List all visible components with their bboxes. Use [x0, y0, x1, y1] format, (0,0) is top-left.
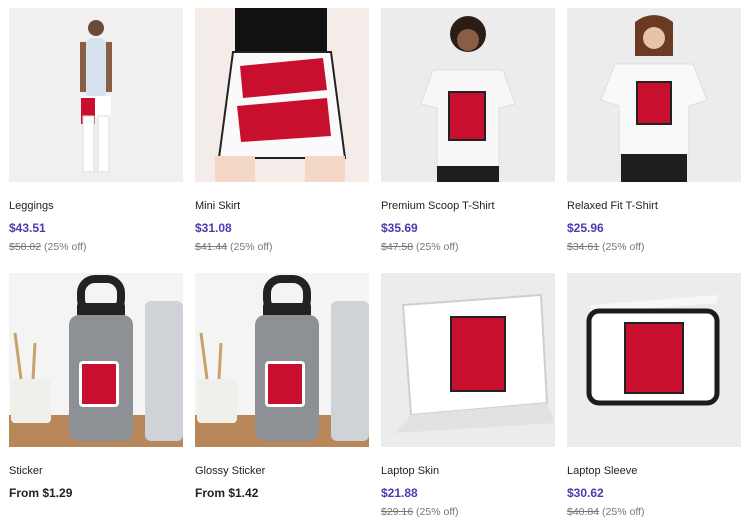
discount-label: (25% off) [602, 241, 645, 253]
product-card-mini-skirt[interactable]: Mini Skirt $31.08 $41.44 (25% off) [195, 8, 369, 254]
discount-label: (25% off) [44, 241, 87, 253]
product-price: $30.62 [567, 486, 604, 500]
original-price-row: $47.58 (25% off) [381, 240, 555, 254]
laptop-skin-image[interactable] [381, 273, 555, 447]
product-card-laptop-skin[interactable]: Laptop Skin $21.88 $29.16 (25% off) [381, 273, 555, 519]
mini-skirt-image[interactable] [195, 8, 369, 182]
product-name[interactable]: Leggings [9, 198, 183, 214]
original-price-row: $58.02 (25% off) [9, 240, 183, 254]
product-name[interactable]: Sticker [9, 463, 183, 479]
product-name[interactable]: Laptop Sleeve [567, 463, 741, 479]
product-card-premium-scoop-tshirt[interactable]: Premium Scoop T-Shirt $35.69 $47.58 (25%… [381, 8, 555, 254]
product-name[interactable]: Premium Scoop T-Shirt [381, 198, 555, 214]
original-price: $41.44 [195, 241, 228, 253]
glossy-sticker-image[interactable] [195, 273, 369, 447]
original-price-row: $41.44 (25% off) [195, 240, 369, 254]
product-name[interactable]: Relaxed Fit T-Shirt [567, 198, 741, 214]
product-card-relaxed-fit-tshirt[interactable]: Relaxed Fit T-Shirt $25.96 $34.61 (25% o… [567, 8, 741, 254]
product-price: $31.08 [195, 221, 232, 235]
original-price: $47.58 [381, 241, 414, 253]
discount-label: (25% off) [230, 241, 273, 253]
original-price-row: $34.61 (25% off) [567, 240, 741, 254]
product-price: $25.96 [567, 221, 604, 235]
original-price-row: $29.16 (25% off) [381, 505, 555, 519]
product-name[interactable]: Glossy Sticker [195, 463, 369, 479]
discount-label: (25% off) [416, 241, 459, 253]
product-price: From $1.29 [9, 486, 73, 500]
leggings-image[interactable] [9, 8, 183, 182]
product-price: $43.51 [9, 221, 46, 235]
discount-label: (25% off) [416, 506, 459, 518]
relaxed-tshirt-image[interactable] [567, 8, 741, 182]
product-card-sticker[interactable]: Sticker From $1.29 [9, 273, 183, 501]
product-card-leggings[interactable]: Leggings $43.51 $58.02 (25% off) [9, 8, 183, 254]
original-price: $40.84 [567, 506, 600, 518]
product-price: $21.88 [381, 486, 418, 500]
original-price: $58.02 [9, 241, 42, 253]
product-name[interactable]: Mini Skirt [195, 198, 369, 214]
product-name[interactable]: Laptop Skin [381, 463, 555, 479]
product-price: From $1.42 [195, 486, 259, 500]
laptop-sleeve-image[interactable] [567, 273, 741, 447]
product-price: $35.69 [381, 221, 418, 235]
original-price: $34.61 [567, 241, 600, 253]
product-card-laptop-sleeve[interactable]: Laptop Sleeve $30.62 $40.84 (25% off) [567, 273, 741, 519]
original-price-row: $40.84 (25% off) [567, 505, 741, 519]
product-card-glossy-sticker[interactable]: Glossy Sticker From $1.42 [195, 273, 369, 501]
sticker-image[interactable] [9, 273, 183, 447]
original-price: $29.16 [381, 506, 414, 518]
scoop-tshirt-image[interactable] [381, 8, 555, 182]
discount-label: (25% off) [602, 506, 645, 518]
